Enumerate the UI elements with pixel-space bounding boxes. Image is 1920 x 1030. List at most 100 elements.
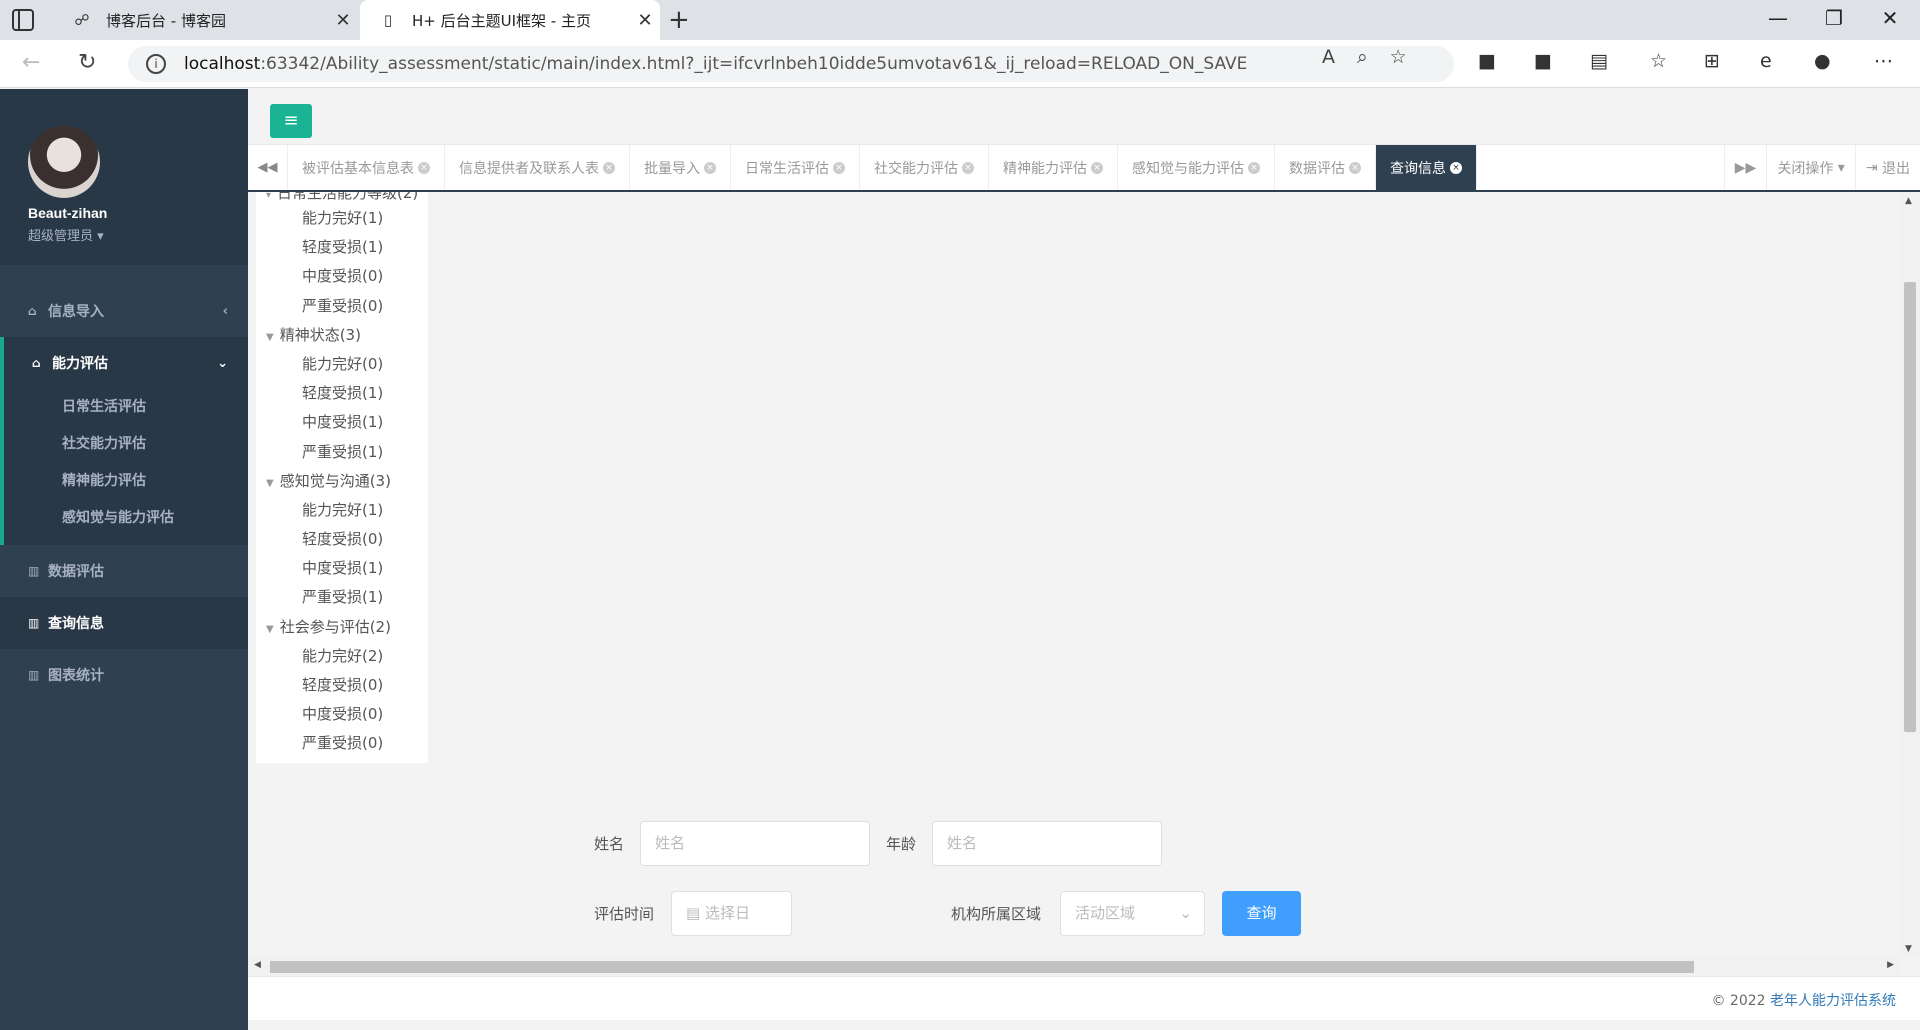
logout-button[interactable]: ⇥ 退出: [1854, 145, 1920, 190]
tree-leaf[interactable]: 严重受损(1): [256, 583, 428, 612]
tree-node-partial[interactable]: ▾ 日常生活能力等级(2): [256, 192, 428, 204]
favorites-icon[interactable]: ☆: [1650, 50, 1667, 72]
region-label: 机构所属区域: [951, 905, 1042, 923]
profile-avatar-icon[interactable]: ●: [1814, 50, 1831, 72]
scroll-right-icon[interactable]: ▶: [1887, 960, 1894, 970]
collections-icon[interactable]: ▤: [1590, 50, 1608, 72]
tree-leaf[interactable]: 能力完好(1): [256, 496, 428, 525]
avatar[interactable]: [28, 126, 100, 198]
page-icon: ▯: [383, 11, 393, 29]
tab-data-eval[interactable]: 数据评估 ×: [1275, 145, 1376, 190]
tree-leaf[interactable]: 严重受损(1): [256, 438, 428, 467]
extension-icon[interactable]: ■: [1534, 50, 1552, 72]
tab-actions-icon[interactable]: [12, 9, 34, 31]
tab-collections-icon[interactable]: ⊞: [1704, 50, 1720, 72]
sidebar-item-charts[interactable]: ▥ 图表统计: [0, 649, 248, 701]
more-icon[interactable]: ⋯: [1874, 50, 1893, 72]
footer: © 2022 老年人能力评估系统: [248, 976, 1920, 1020]
minimize-icon[interactable]: —: [1758, 6, 1798, 30]
tab-batch-import[interactable]: 批量导入 ×: [630, 145, 731, 190]
date-picker[interactable]: ▤ 选择日: [671, 891, 792, 936]
tree-leaf[interactable]: 能力完好(0): [256, 350, 428, 379]
browser-tab-home[interactable]: ▯ H+ 后台主题UI框架 - 主页 ✕: [360, 0, 660, 40]
tab-perception[interactable]: 感知觉与能力评估 ×: [1118, 145, 1275, 190]
close-icon[interactable]: ×: [833, 161, 845, 174]
tab-contacts[interactable]: 信息提供者及联系人表 ×: [445, 145, 630, 190]
sidebar-item-info-import[interactable]: ⌂ 信息导入 ‹: [0, 285, 248, 337]
close-ops-dropdown[interactable]: 关闭操作 ▾: [1766, 145, 1854, 190]
browser-tab-blog[interactable]: ☍ 博客后台 - 博客园 ✕: [54, 0, 358, 40]
tree-leaf[interactable]: 轻度受损(0): [256, 525, 428, 554]
edge-icon[interactable]: e: [1760, 50, 1772, 72]
tree-leaf[interactable]: 中度受损(1): [256, 554, 428, 583]
tree-leaf[interactable]: 能力完好(2): [256, 642, 428, 671]
tab-query[interactable]: 查询信息 ×: [1376, 145, 1477, 190]
sidebar-subitem-social[interactable]: 社交能力评估: [4, 426, 248, 463]
tab-daily[interactable]: 日常生活评估 ×: [731, 145, 860, 190]
close-icon[interactable]: ×: [1091, 161, 1103, 174]
close-icon[interactable]: ×: [962, 161, 974, 174]
blog-icon: ☍: [74, 11, 90, 29]
extension-icon[interactable]: ■: [1478, 50, 1496, 72]
name-input[interactable]: 姓名: [640, 821, 870, 866]
tree-leaf[interactable]: 轻度受损(1): [256, 233, 428, 262]
close-icon[interactable]: ×: [418, 161, 430, 174]
tree-leaf[interactable]: 严重受损(0): [256, 729, 428, 758]
sidebar-item-ability[interactable]: ⌂ 能力评估 ⌄: [4, 337, 248, 389]
close-icon[interactable]: ×: [603, 161, 615, 174]
address-bar: ← ↻ i localhost:63342/Ability_assessment…: [0, 40, 1920, 88]
tab-basic-info[interactable]: 被评估基本信息表 ×: [288, 145, 445, 190]
tabs-scroll-left-icon[interactable]: ◀◀: [248, 145, 288, 190]
back-icon[interactable]: ←: [22, 50, 40, 75]
close-icon[interactable]: ×: [1248, 161, 1260, 174]
tree-node-social[interactable]: ▼ 社会参与评估(2): [256, 613, 428, 642]
scroll-thumb[interactable]: [1904, 282, 1916, 732]
scroll-down-icon[interactable]: ▼: [1905, 944, 1912, 954]
horizontal-scrollbar[interactable]: ◀ ▶: [248, 958, 1900, 976]
new-tab-icon[interactable]: +: [668, 5, 690, 35]
tree-leaf[interactable]: 中度受损(0): [256, 700, 428, 729]
reload-icon[interactable]: ↻: [78, 50, 96, 75]
tree-leaf[interactable]: 轻度受损(0): [256, 671, 428, 700]
tree-leaf[interactable]: 轻度受损(1): [256, 379, 428, 408]
home-icon: ⌂: [32, 356, 41, 370]
url-field[interactable]: i localhost:63342/Ability_assessment/sta…: [128, 46, 1454, 82]
info-icon[interactable]: i: [146, 54, 166, 74]
footer-link[interactable]: 老年人能力评估系统: [1770, 993, 1896, 1009]
tree-node-perception[interactable]: ▼ 感知觉与沟通(3): [256, 467, 428, 496]
sidebar-item-query[interactable]: ▥ 查询信息: [0, 597, 248, 649]
tabs-scroll-right-icon[interactable]: ▶▶: [1723, 145, 1767, 190]
scroll-left-icon[interactable]: ◀: [254, 960, 261, 970]
tab-mental[interactable]: 精神能力评估 ×: [989, 145, 1118, 190]
user-role-dropdown[interactable]: 超级管理员 ▾: [28, 225, 104, 244]
tree-leaf[interactable]: 中度受损(1): [256, 408, 428, 437]
query-button[interactable]: 查询: [1222, 891, 1301, 936]
scroll-thumb[interactable]: [270, 961, 1694, 973]
tree-node-mental[interactable]: ▼ 精神状态(3): [256, 321, 428, 350]
read-aloud-icon[interactable]: A: [1322, 46, 1335, 68]
sidebar-group-ability: ⌂ 能力评估 ⌄ 日常生活评估 社交能力评估 精神能力评估 感知觉与能力评估: [0, 337, 248, 545]
close-icon[interactable]: ✕: [630, 10, 660, 31]
close-icon[interactable]: ×: [1349, 161, 1361, 174]
age-input[interactable]: 姓名: [932, 821, 1162, 866]
sidebar-subitem-mental[interactable]: 精神能力评估: [4, 463, 248, 500]
scroll-up-icon[interactable]: ▲: [1905, 196, 1912, 206]
vertical-scrollbar[interactable]: ▲ ▼: [1900, 192, 1920, 958]
chevron-down-icon: ⌄: [217, 355, 228, 371]
region-select[interactable]: 活动区域 ⌄: [1060, 891, 1205, 936]
favorite-add-icon[interactable]: ☆: [1390, 46, 1407, 68]
zoom-icon[interactable]: ⌕: [1357, 46, 1368, 68]
tree-leaf[interactable]: 能力完好(1): [256, 204, 428, 233]
tree-leaf[interactable]: 严重受损(0): [256, 292, 428, 321]
sidebar-subitem-perception[interactable]: 感知觉与能力评估: [4, 500, 248, 545]
close-icon[interactable]: ×: [704, 161, 716, 174]
close-icon[interactable]: ✕: [328, 10, 358, 31]
sidebar-subitem-daily[interactable]: 日常生活评估: [4, 389, 248, 426]
menu-toggle-button[interactable]: ≡: [270, 104, 312, 138]
window-close-icon[interactable]: ✕: [1870, 6, 1910, 30]
sidebar-item-data-eval[interactable]: ▥ 数据评估: [0, 545, 248, 597]
tab-social[interactable]: 社交能力评估 ×: [860, 145, 989, 190]
close-icon[interactable]: ×: [1450, 161, 1462, 174]
restore-icon[interactable]: ❐: [1814, 6, 1854, 30]
tree-leaf[interactable]: 中度受损(0): [256, 262, 428, 291]
